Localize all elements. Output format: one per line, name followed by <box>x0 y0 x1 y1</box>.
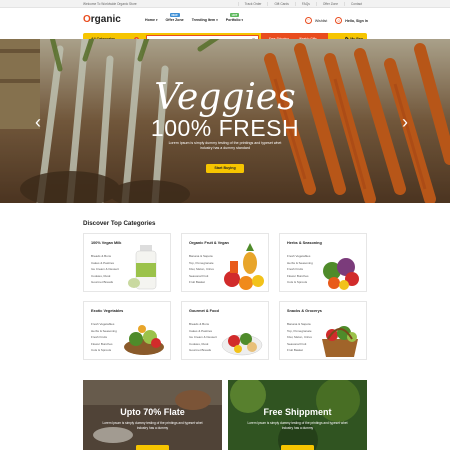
main-nav: Home▾ NEW Offer Zone Trending Item▾ HOT Po… <box>145 13 251 22</box>
card-list: Banana & Sapota Top, Pomegranate Kiwi, Me… <box>287 322 312 352</box>
card-title: Gourmet & Food <box>189 309 219 313</box>
card-title: Snacks & Grocerys <box>287 309 322 313</box>
promo-button[interactable] <box>136 445 169 450</box>
card-title: Exotic Vegetables <box>91 309 124 313</box>
account-area: ♡ Wishlist ☺ Hello, Sign In <box>304 17 368 24</box>
user-icon[interactable]: ☺ <box>335 17 343 24</box>
category-card-vegan-milk[interactable]: 100% Vegan Milk Breads & Buns Cakes & Pas… <box>83 233 171 292</box>
promo-description: Lorem Ipsum is simply dummy testing of t… <box>247 421 348 430</box>
hero-banner: ‹ › Veggies 100% FRESH Lorem Ipsum is si… <box>0 39 450 203</box>
start-buying-button[interactable]: Start Buying <box>206 164 244 173</box>
welcome-text: Welcome To Worldwide Organic Store <box>83 2 137 6</box>
promo-title: Upto 70% Flate <box>120 407 185 417</box>
wishlist-link[interactable]: Wishlist <box>315 19 327 23</box>
category-card-fruit-vegan[interactable]: Organic Fruit & Vegan Banana & Sapota Top… <box>181 233 269 292</box>
nav-trending-item[interactable]: Trending Item▾ <box>192 18 218 22</box>
hero-description: Lorem Ipsum is simply dummy testing of t… <box>168 141 282 150</box>
chevron-down-icon: ▾ <box>216 18 218 22</box>
hot-badge: HOT <box>229 13 240 17</box>
card-list: Banana & Sapota Top, Pomegranate Kiwi, Me… <box>189 254 214 284</box>
card-list: Breads & Buns Cakes & Pastries Ice Cream … <box>189 322 217 352</box>
categories-title: Discover Top Categories <box>83 220 156 227</box>
card-list: Breads & Buns Cakes & Pastries Ice Cream … <box>91 254 119 284</box>
hero-script-title: Veggies <box>154 77 296 118</box>
category-card-herbs[interactable]: Herbs & Seasoning Fresh Vegetables Herbs … <box>279 233 367 292</box>
card-list: Fresh Vegetables Herbs & Seasoning Fresh … <box>287 254 313 284</box>
milk-bottle-image <box>128 245 157 290</box>
logo[interactable]: Organic <box>83 14 121 25</box>
grocery-basket-image <box>322 326 358 357</box>
new-badge: NEW <box>169 13 180 17</box>
nav-home[interactable]: Home▾ <box>145 18 158 22</box>
promo-button[interactable] <box>281 445 314 450</box>
card-title: 100% Vegan Milk <box>91 241 122 245</box>
card-title: Herbs & Seasoning <box>287 241 322 245</box>
category-card-exotic[interactable]: Exotic Vegetables Fresh Vegetables Herbs … <box>83 301 171 360</box>
faqs-link[interactable]: FAQs <box>294 2 316 6</box>
promo-title: Free Shippment <box>263 407 332 417</box>
header: Organic Home▾ NEW Offer Zone Trending Ite… <box>0 8 450 33</box>
heart-icon[interactable]: ♡ <box>304 17 312 24</box>
sign-in-link[interactable]: Hello, Sign In <box>345 19 368 23</box>
category-card-snacks[interactable]: Snacks & Grocerys Banana & Sapota Top, Po… <box>279 301 367 360</box>
nav-portfolio[interactable]: HOT Portfolio▾ <box>226 13 244 22</box>
top-links: Track Order Gift Cards FAQs Offer Zone C… <box>237 2 368 6</box>
chevron-down-icon: ▾ <box>156 18 158 22</box>
gourmet-food-image <box>221 333 263 356</box>
exotic-vegetables-image <box>124 325 164 355</box>
nav-offer-zone[interactable]: NEW Offer Zone <box>166 13 184 22</box>
offer-zone-link[interactable]: Offer Zone <box>315 2 344 6</box>
contact-link[interactable]: Contact <box>344 2 368 6</box>
hero-subtitle: 100% FRESH <box>150 115 300 141</box>
promo-description: Lorem Ipsum is simply dummy testing of t… <box>102 421 203 430</box>
chevron-down-icon: ▾ <box>241 18 244 22</box>
promo-banner-discount[interactable]: Upto 70% Flate Lorem Ipsum is simply dum… <box>83 380 222 450</box>
fruits-image <box>224 243 264 290</box>
top-bar: Welcome To Worldwide Organic Store Track… <box>0 0 450 8</box>
category-card-gourmet[interactable]: Gourmet & Food Breads & Buns Cakes & Past… <box>181 301 269 360</box>
vegetables-image <box>323 258 359 290</box>
promo-banner-shipping[interactable]: Free Shippment Lorem Ipsum is simply dum… <box>228 380 367 450</box>
card-list: Fresh Vegetables Herbs & Seasoning Fresh … <box>91 322 117 352</box>
gift-cards-link[interactable]: Gift Cards <box>267 2 294 6</box>
track-order-link[interactable]: Track Order <box>237 2 268 6</box>
